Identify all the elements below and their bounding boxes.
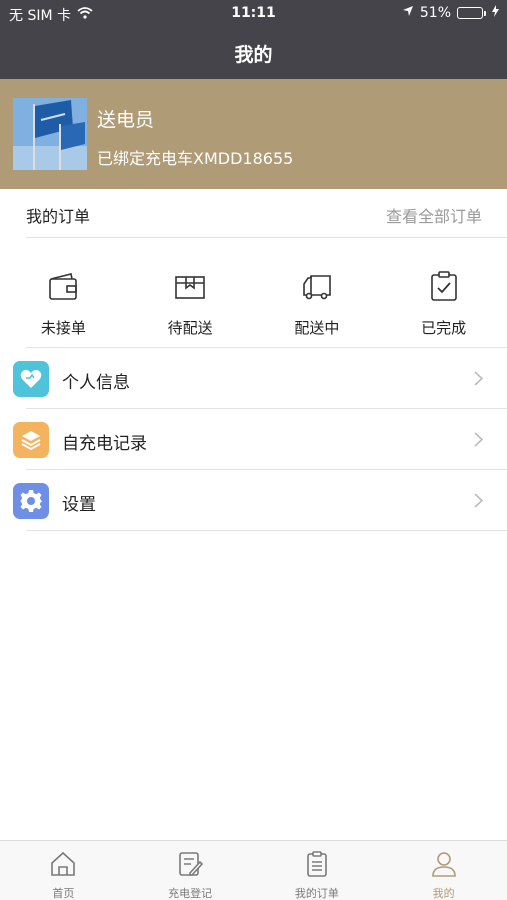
wallet-icon (49, 273, 78, 300)
tab-home[interactable]: 首页 (0, 841, 127, 900)
profile-banner[interactable]: 送电员 已绑定充电车XMDD18655 (0, 79, 507, 189)
edit-icon (179, 852, 204, 876)
order-status-pending-delivery[interactable]: 待配送 (127, 238, 254, 348)
heart-icon (13, 361, 49, 397)
page: 无 SIM 卡 11:11 51% 我的 送电员 已绑定充电车XMDD18655… (0, 0, 507, 900)
chevron-right-icon (474, 432, 484, 451)
status-right: 51% (402, 5, 499, 21)
home-icon (51, 851, 76, 876)
chevron-right-icon (474, 493, 484, 512)
tab-label: 充电登记 (168, 887, 213, 900)
chevron-right-icon (474, 371, 484, 390)
battery-percent: 51% (419, 5, 451, 21)
clipboard-check-icon (430, 271, 457, 301)
tab-label: 首页 (52, 887, 75, 900)
order-status-unaccepted[interactable]: 未接单 (0, 238, 127, 348)
profile-name: 送电员 (97, 109, 155, 131)
tab-my-orders[interactable]: 我的订单 (254, 841, 381, 900)
menu-item-label: 个人信息 (62, 373, 130, 393)
user-icon (431, 852, 456, 877)
status-bar: 无 SIM 卡 11:11 51% (0, 0, 507, 28)
gear-icon (13, 483, 49, 519)
orders-header: 我的订单 查看全部订单 (26, 189, 507, 238)
list-icon (307, 851, 327, 877)
tab-me[interactable]: 我的 (380, 841, 507, 900)
menu-item-personal-info[interactable]: 个人信息 (0, 348, 507, 409)
profile-car-binding: 已绑定充电车XMDD18655 (97, 149, 294, 168)
menu-item-settings[interactable]: 设置 (0, 470, 507, 531)
page-title: 我的 (234, 44, 273, 66)
avatar[interactable] (13, 98, 87, 170)
package-icon (175, 276, 205, 299)
view-all-orders-link[interactable]: 查看全部订单 (386, 203, 482, 227)
order-status-label: 待配送 (167, 319, 213, 337)
order-status-label: 未接单 (40, 319, 86, 337)
order-status-grid: 未接单 待配送 配送中 已完成 (0, 238, 507, 348)
order-status-completed[interactable]: 已完成 (380, 238, 507, 348)
order-status-delivering[interactable]: 配送中 (254, 238, 381, 348)
menu-item-self-charge-records[interactable]: 自充电记录 (0, 409, 507, 470)
layers-icon (13, 422, 49, 458)
tab-label: 我的订单 (294, 887, 339, 900)
tab-bar: 首页 充电登记 我的订单 我的 (0, 840, 507, 900)
menu-item-label: 设置 (62, 495, 96, 515)
top-bar: 无 SIM 卡 11:11 51% 我的 (0, 0, 507, 79)
tab-charge-register[interactable]: 充电登记 (127, 841, 254, 900)
battery-icon (457, 7, 486, 19)
tab-label: 我的 (432, 887, 455, 900)
truck-icon (303, 275, 331, 300)
order-status-label: 已完成 (421, 319, 467, 337)
divider (26, 530, 507, 531)
location-arrow-icon (402, 5, 414, 21)
menu-item-label: 自充电记录 (62, 434, 147, 454)
orders-title: 我的订单 (26, 207, 91, 226)
charging-bolt-icon (492, 5, 499, 21)
order-status-label: 配送中 (294, 319, 340, 337)
